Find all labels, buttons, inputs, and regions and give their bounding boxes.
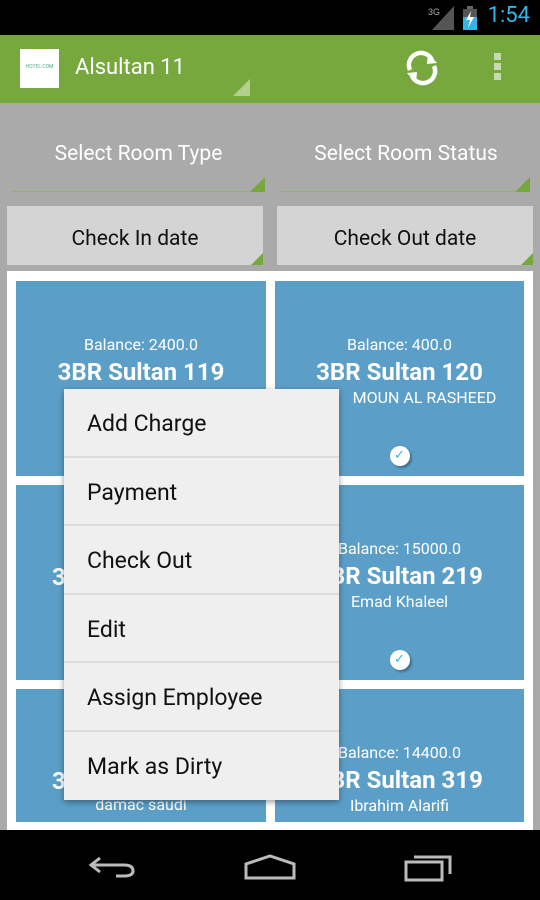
check-icon: ✓ bbox=[389, 650, 410, 670]
check-out-label: Check Out date bbox=[333, 227, 477, 251]
check-in-label: Check In date bbox=[71, 227, 199, 251]
room-name: 3BR Sultan 120 bbox=[316, 358, 483, 386]
hotel-title[interactable]: Alsultan 11 bbox=[75, 55, 185, 80]
check-out-date-button[interactable]: Check Out date bbox=[277, 206, 533, 265]
menu-item-check-out[interactable]: Check Out bbox=[64, 526, 339, 595]
check-icon: ✓ bbox=[389, 446, 410, 466]
menu-item-edit[interactable]: Edit bbox=[64, 595, 339, 663]
context-menu: Add Charge Payment Check Out Edit Assign… bbox=[64, 389, 339, 800]
menu-item-assign-employee[interactable]: Assign Employee bbox=[64, 663, 339, 732]
action-bar: HOTEL.COM Alsultan 11 bbox=[0, 35, 540, 103]
check-in-date-button[interactable]: Check In date bbox=[7, 206, 263, 265]
overflow-menu-icon[interactable] bbox=[494, 53, 502, 83]
signal-icon: 3G bbox=[428, 6, 454, 30]
svg-text:3G: 3G bbox=[428, 7, 440, 17]
menu-item-mark-as-dirty[interactable]: Mark as Dirty bbox=[64, 732, 339, 801]
room-balance: Balance: 400.0 bbox=[347, 335, 452, 354]
status-bar: 3G 1:54 bbox=[0, 0, 540, 35]
room-status-spinner[interactable]: Select Room Status bbox=[277, 130, 535, 192]
clock: 1:54 bbox=[487, 3, 530, 28]
menu-item-add-charge[interactable]: Add Charge bbox=[64, 389, 339, 458]
back-icon[interactable] bbox=[88, 854, 136, 878]
room-status-label: Select Room Status bbox=[314, 142, 498, 166]
dropdown-indicator-icon bbox=[233, 79, 250, 96]
room-balance: Balance: 2400.0 bbox=[84, 335, 198, 354]
battery-icon bbox=[463, 6, 477, 30]
room-type-label: Select Room Type bbox=[54, 142, 223, 166]
logo-text: HOTEL.COM bbox=[25, 64, 54, 70]
room-name: 3BR Sultan 119 bbox=[57, 358, 225, 386]
navigation-bar bbox=[0, 830, 540, 900]
home-icon[interactable] bbox=[243, 854, 297, 880]
refresh-icon[interactable] bbox=[403, 49, 441, 87]
menu-item-payment[interactable]: Payment bbox=[64, 458, 339, 526]
room-type-spinner[interactable]: Select Room Type bbox=[7, 130, 270, 192]
recent-apps-icon[interactable] bbox=[404, 852, 454, 882]
app-logo[interactable]: HOTEL.COM bbox=[20, 49, 59, 88]
